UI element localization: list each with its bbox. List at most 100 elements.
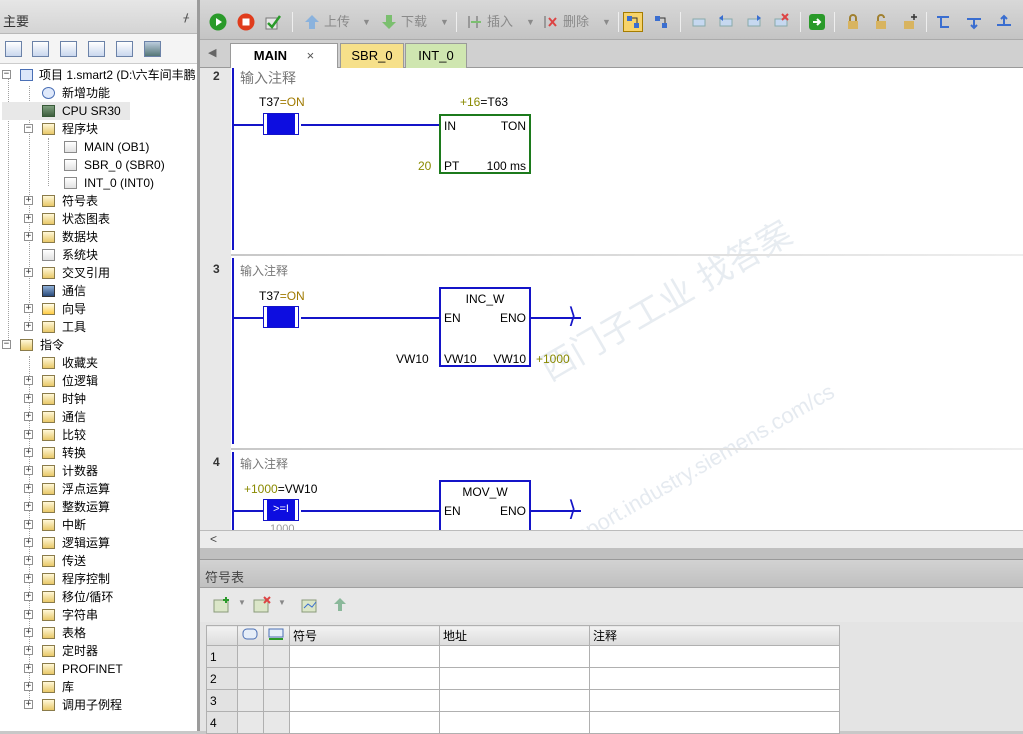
panel-header: 主要 ᚋ xyxy=(0,0,197,34)
insert-dropdown-icon[interactable]: ▼ xyxy=(526,12,535,32)
remove-icon[interactable] xyxy=(772,13,790,31)
table-row[interactable]: 1 xyxy=(206,645,840,668)
main-toolbar: 上传 ▼ 下载 ▼ 插入 ▼ 删除 ▼ xyxy=(200,0,1023,40)
delete-button[interactable]: 删除 xyxy=(563,12,589,32)
tab-scroll-left-icon[interactable]: ◀ xyxy=(208,46,216,59)
pane-splitter[interactable] xyxy=(200,548,1023,560)
document-icon[interactable] xyxy=(60,41,77,57)
table-row[interactable]: 2 xyxy=(206,667,840,690)
folder-icon xyxy=(42,123,55,135)
symbol-table-toolbar: ▼ ▼ xyxy=(200,588,1023,622)
folder-icon xyxy=(42,663,55,675)
folder-icon xyxy=(42,555,55,567)
add-table-icon[interactable] xyxy=(212,596,232,614)
stop-icon[interactable] xyxy=(237,13,255,31)
delete-dropdown-icon[interactable]: ▼ xyxy=(278,598,286,607)
normally-open-contact[interactable] xyxy=(263,306,299,328)
inc-w-box[interactable]: INC_W EN ENO VW10 VW10 xyxy=(439,287,531,367)
folder-icon xyxy=(42,681,55,693)
delete-table-icon[interactable] xyxy=(252,596,272,614)
network-comment[interactable]: 输入注释 xyxy=(240,262,288,279)
tab-main[interactable]: MAIN × xyxy=(230,43,338,68)
branch-up-icon[interactable] xyxy=(995,13,1013,31)
compare-contact[interactable]: >=I xyxy=(263,499,299,521)
download-button[interactable]: 下载 xyxy=(401,12,427,32)
grid-icon[interactable] xyxy=(32,41,49,57)
preset-value[interactable]: 20 xyxy=(418,159,431,173)
folder-icon xyxy=(42,519,55,531)
ladder-editor[interactable]: 西门子工业 找答案 support.industry.siemens.com/c… xyxy=(200,68,1023,532)
sort-icon[interactable] xyxy=(300,596,320,614)
timer-label: +16=T63 xyxy=(460,95,509,109)
page-icon[interactable] xyxy=(88,41,105,57)
download-dropdown-icon[interactable]: ▼ xyxy=(440,12,449,32)
power-rail xyxy=(232,68,234,250)
folder-icon xyxy=(42,447,55,459)
column-comment[interactable]: 注释 xyxy=(589,625,840,646)
mov-w-box[interactable]: MOV_W EN ENO xyxy=(439,480,531,532)
close-icon[interactable]: × xyxy=(307,48,315,63)
goto-icon[interactable] xyxy=(808,13,826,31)
back-icon[interactable] xyxy=(717,13,735,31)
contact-label: T37=ON xyxy=(259,289,305,303)
network-comment[interactable]: 输入注释 xyxy=(240,68,296,88)
normally-open-contact[interactable] xyxy=(263,113,299,135)
upload-button[interactable]: 上传 xyxy=(324,12,350,32)
folder-icon xyxy=(42,645,55,657)
delete-icon[interactable] xyxy=(542,13,560,31)
delete-dropdown-icon[interactable]: ▼ xyxy=(602,12,611,32)
status-chart-icon[interactable] xyxy=(652,13,670,31)
window-icon[interactable] xyxy=(116,41,133,57)
tree-item-cpu[interactable]: CPU SR30 xyxy=(2,102,130,120)
column-address[interactable]: 地址 xyxy=(439,625,590,646)
upload-dropdown-icon[interactable]: ▼ xyxy=(362,12,371,32)
clock-icon xyxy=(42,393,55,405)
lock-icon[interactable] xyxy=(844,13,862,31)
pin-icon[interactable]: ᚋ xyxy=(184,11,189,24)
symbol-table-title: 符号表 xyxy=(205,570,245,585)
branch-icon[interactable] xyxy=(935,13,953,31)
program-icon xyxy=(64,141,77,153)
lock-add-icon[interactable] xyxy=(900,13,918,31)
system-block-icon xyxy=(42,249,55,261)
folder-icon xyxy=(42,321,55,333)
table-row[interactable]: 4 xyxy=(206,711,840,734)
add-dropdown-icon[interactable]: ▼ xyxy=(238,598,246,607)
horizontal-scrollbar[interactable]: < xyxy=(200,530,1023,548)
insert-button[interactable]: 插入 xyxy=(487,12,513,32)
table-row[interactable]: 3 xyxy=(206,689,840,712)
insert-icon[interactable] xyxy=(466,13,484,31)
view-icon[interactable] xyxy=(5,41,22,57)
forward-icon[interactable] xyxy=(745,13,763,31)
upload-icon[interactable] xyxy=(303,13,321,31)
compare-label: +1000=VW10 xyxy=(244,482,318,496)
monitor-icon[interactable] xyxy=(144,41,161,57)
network-number: 3 xyxy=(213,262,220,276)
download-icon[interactable] xyxy=(380,13,398,31)
folder-icon xyxy=(42,411,55,423)
computer-icon xyxy=(42,285,55,297)
folder-icon xyxy=(42,213,55,225)
column-symbol[interactable]: 符号 xyxy=(289,625,440,646)
input-operand[interactable]: VW10 xyxy=(396,352,429,366)
contact-icon[interactable] xyxy=(690,13,708,31)
output-value[interactable]: +1000 xyxy=(536,352,570,366)
folder-icon xyxy=(42,465,55,477)
run-icon[interactable] xyxy=(209,13,227,31)
cpu-icon xyxy=(42,105,55,117)
symbol-table-header: 符号表 xyxy=(200,560,1023,588)
unlock-icon[interactable] xyxy=(872,13,890,31)
coil-output-icon: ⟩ xyxy=(568,303,577,328)
branch-down-icon[interactable] xyxy=(965,13,983,31)
ton-timer-box[interactable]: IN TON PT 100 ms xyxy=(439,114,531,174)
tab-int0[interactable]: INT_0 xyxy=(405,43,467,68)
compile-icon[interactable] xyxy=(264,13,282,31)
folder-icon xyxy=(42,537,55,549)
program-status-icon[interactable] xyxy=(623,12,643,32)
tab-sbr0[interactable]: SBR_0 xyxy=(340,43,404,68)
network-comment[interactable]: 输入注释 xyxy=(240,455,288,472)
apply-icon[interactable] xyxy=(330,596,350,614)
project-tree-panel: 主要 ᚋ − 项目 1.smart2 (D:\六车间丰鹏 新增功能 CPU SR… xyxy=(0,0,200,731)
scroll-left-icon[interactable]: < xyxy=(210,532,217,546)
editor-tabs: ◀ MAIN × SBR_0 INT_0 xyxy=(200,40,1023,68)
